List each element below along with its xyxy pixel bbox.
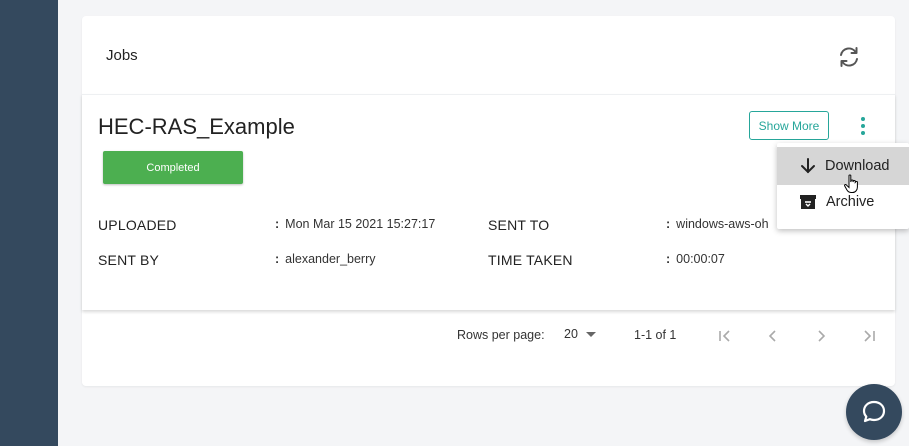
menu-item-download-label: Download (825, 158, 890, 174)
chat-bubble-icon (862, 400, 886, 423)
previous-page-icon[interactable] (763, 326, 783, 346)
page-range: 1-1 of 1 (634, 328, 677, 342)
first-page-icon[interactable] (715, 326, 735, 346)
sent-to-value-text: windows-aws-oh (676, 217, 769, 231)
time-taken-value: :00:00:07 (666, 252, 725, 266)
more-options-icon[interactable] (854, 115, 872, 137)
sent-by-value: : alexander_berry (275, 252, 376, 266)
menu-item-archive-label: Archive (826, 194, 875, 210)
sent-to-value: : windows-aws-oh (666, 217, 769, 231)
arrow-down-icon (801, 158, 815, 174)
panel-title: Jobs (106, 47, 138, 64)
rows-per-page-select[interactable]: 20 (564, 327, 596, 341)
uploaded-value: : Mon Mar 15 2021 15:27:17 (275, 217, 436, 231)
menu-item-download[interactable]: Download (777, 147, 909, 185)
sent-by-value-text: alexander_berry (285, 252, 376, 266)
time-taken-label: TIME TAKEN (488, 252, 573, 268)
caret-down-icon (585, 331, 596, 337)
job-card: HEC-RAS_Example Completed Show More UPLO… (82, 94, 895, 310)
uploaded-value-text: Mon Mar 15 2021 15:27:17 (285, 217, 436, 231)
job-title: HEC-RAS_Example (98, 114, 295, 139)
chat-button[interactable] (846, 384, 902, 440)
last-page-icon[interactable] (859, 326, 879, 346)
rows-per-page-value: 20 (564, 327, 578, 341)
sent-by-label: SENT BY (98, 252, 160, 268)
menu-item-archive[interactable]: Archive (777, 183, 909, 221)
refresh-icon[interactable] (836, 44, 862, 70)
time-taken-value-text: 00:00:07 (676, 252, 725, 266)
jobs-panel: Jobs HEC-RAS_Example Completed Show More… (82, 16, 895, 386)
uploaded-label: UPLOADED (98, 217, 177, 233)
next-page-icon[interactable] (811, 326, 831, 346)
sidebar (0, 0, 58, 446)
job-actions-menu: Download Archive (777, 143, 909, 229)
archive-box-icon (800, 195, 816, 209)
show-more-button[interactable]: Show More (749, 111, 829, 140)
rows-per-page-label: Rows per page: (457, 328, 545, 342)
sent-to-label: SENT TO (488, 217, 550, 233)
status-badge: Completed (103, 151, 243, 184)
